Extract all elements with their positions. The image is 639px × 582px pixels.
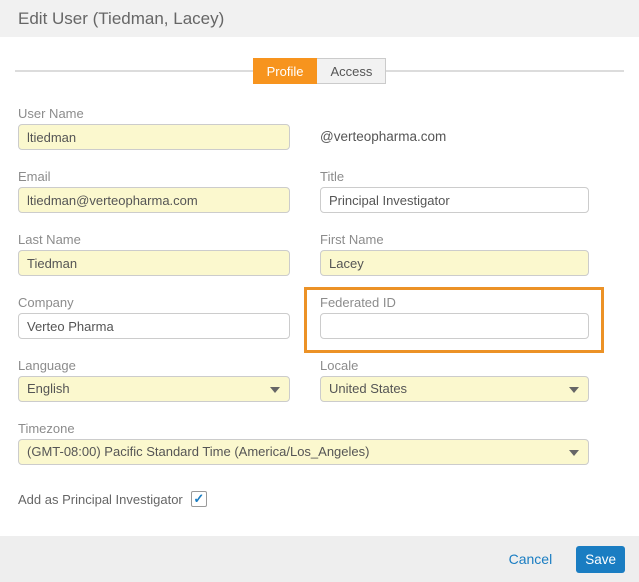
locale-select[interactable]: United States xyxy=(320,376,589,402)
chevron-down-icon xyxy=(569,450,579,456)
language-label: Language xyxy=(18,358,290,373)
first-name-label: First Name xyxy=(320,232,589,247)
chevron-down-icon xyxy=(270,387,280,393)
row-timezone: Timezone (GMT-08:00) Pacific Standard Ti… xyxy=(18,421,589,465)
field-locale: Locale United States xyxy=(320,358,589,402)
timezone-select[interactable]: (GMT-08:00) Pacific Standard Time (Ameri… xyxy=(18,439,589,465)
dialog-footer: Cancel Save xyxy=(0,536,639,582)
field-federated-id: Federated ID xyxy=(320,295,589,339)
field-first-name: First Name xyxy=(320,232,589,276)
add-as-pi-checkbox[interactable]: ✓ xyxy=(191,491,207,507)
field-timezone: Timezone (GMT-08:00) Pacific Standard Ti… xyxy=(18,421,589,465)
save-button[interactable]: Save xyxy=(576,546,625,573)
locale-selected-value: United States xyxy=(329,381,407,396)
email-input[interactable] xyxy=(18,187,290,213)
row-company-federated: Company Federated ID xyxy=(18,295,589,339)
row-username: User Name @verteopharma.com xyxy=(18,106,589,150)
row-language-locale: Language English Locale United States xyxy=(18,358,589,402)
timezone-selected-value: (GMT-08:00) Pacific Standard Time (Ameri… xyxy=(27,444,369,459)
title-label: Title xyxy=(320,169,589,184)
tab-profile[interactable]: Profile xyxy=(253,58,318,84)
language-selected-value: English xyxy=(27,381,70,396)
first-name-input[interactable] xyxy=(320,250,589,276)
email-domain-suffix: @verteopharma.com xyxy=(320,124,589,150)
field-last-name: Last Name xyxy=(18,232,290,276)
email-label: Email xyxy=(18,169,290,184)
last-name-input[interactable] xyxy=(18,250,290,276)
field-email: Email xyxy=(18,169,290,213)
language-select[interactable]: English xyxy=(18,376,290,402)
username-domain-cell: @verteopharma.com xyxy=(320,106,589,150)
field-language: Language English xyxy=(18,358,290,402)
field-user-name: User Name xyxy=(18,106,290,150)
locale-label: Locale xyxy=(320,358,589,373)
profile-form: User Name @verteopharma.com Email Title … xyxy=(0,84,639,507)
tab-bar: Profile Access xyxy=(0,58,639,84)
title-input[interactable] xyxy=(320,187,589,213)
chevron-down-icon xyxy=(569,387,579,393)
dialog-title: Edit User (Tiedman, Lacey) xyxy=(0,0,639,37)
last-name-label: Last Name xyxy=(18,232,290,247)
add-as-pi-label: Add as Principal Investigator xyxy=(18,492,183,507)
federated-id-highlight-box: Federated ID xyxy=(304,287,604,353)
edit-user-dialog: Edit User (Tiedman, Lacey) Profile Acces… xyxy=(0,0,639,582)
timezone-label: Timezone xyxy=(18,421,589,436)
row-email-title: Email Title xyxy=(18,169,589,213)
federated-id-label: Federated ID xyxy=(320,295,589,310)
field-company: Company xyxy=(18,295,290,339)
tabs-band: Profile Access xyxy=(0,58,639,84)
field-title: Title xyxy=(320,169,589,213)
federated-id-input[interactable] xyxy=(320,313,589,339)
company-label: Company xyxy=(18,295,290,310)
tab-access[interactable]: Access xyxy=(317,58,386,84)
row-add-as-pi: Add as Principal Investigator ✓ xyxy=(18,491,589,507)
user-name-label: User Name xyxy=(18,106,290,121)
user-name-input[interactable] xyxy=(18,124,290,150)
row-names: Last Name First Name xyxy=(18,232,589,276)
company-input[interactable] xyxy=(18,313,290,339)
cancel-button[interactable]: Cancel xyxy=(509,551,553,567)
